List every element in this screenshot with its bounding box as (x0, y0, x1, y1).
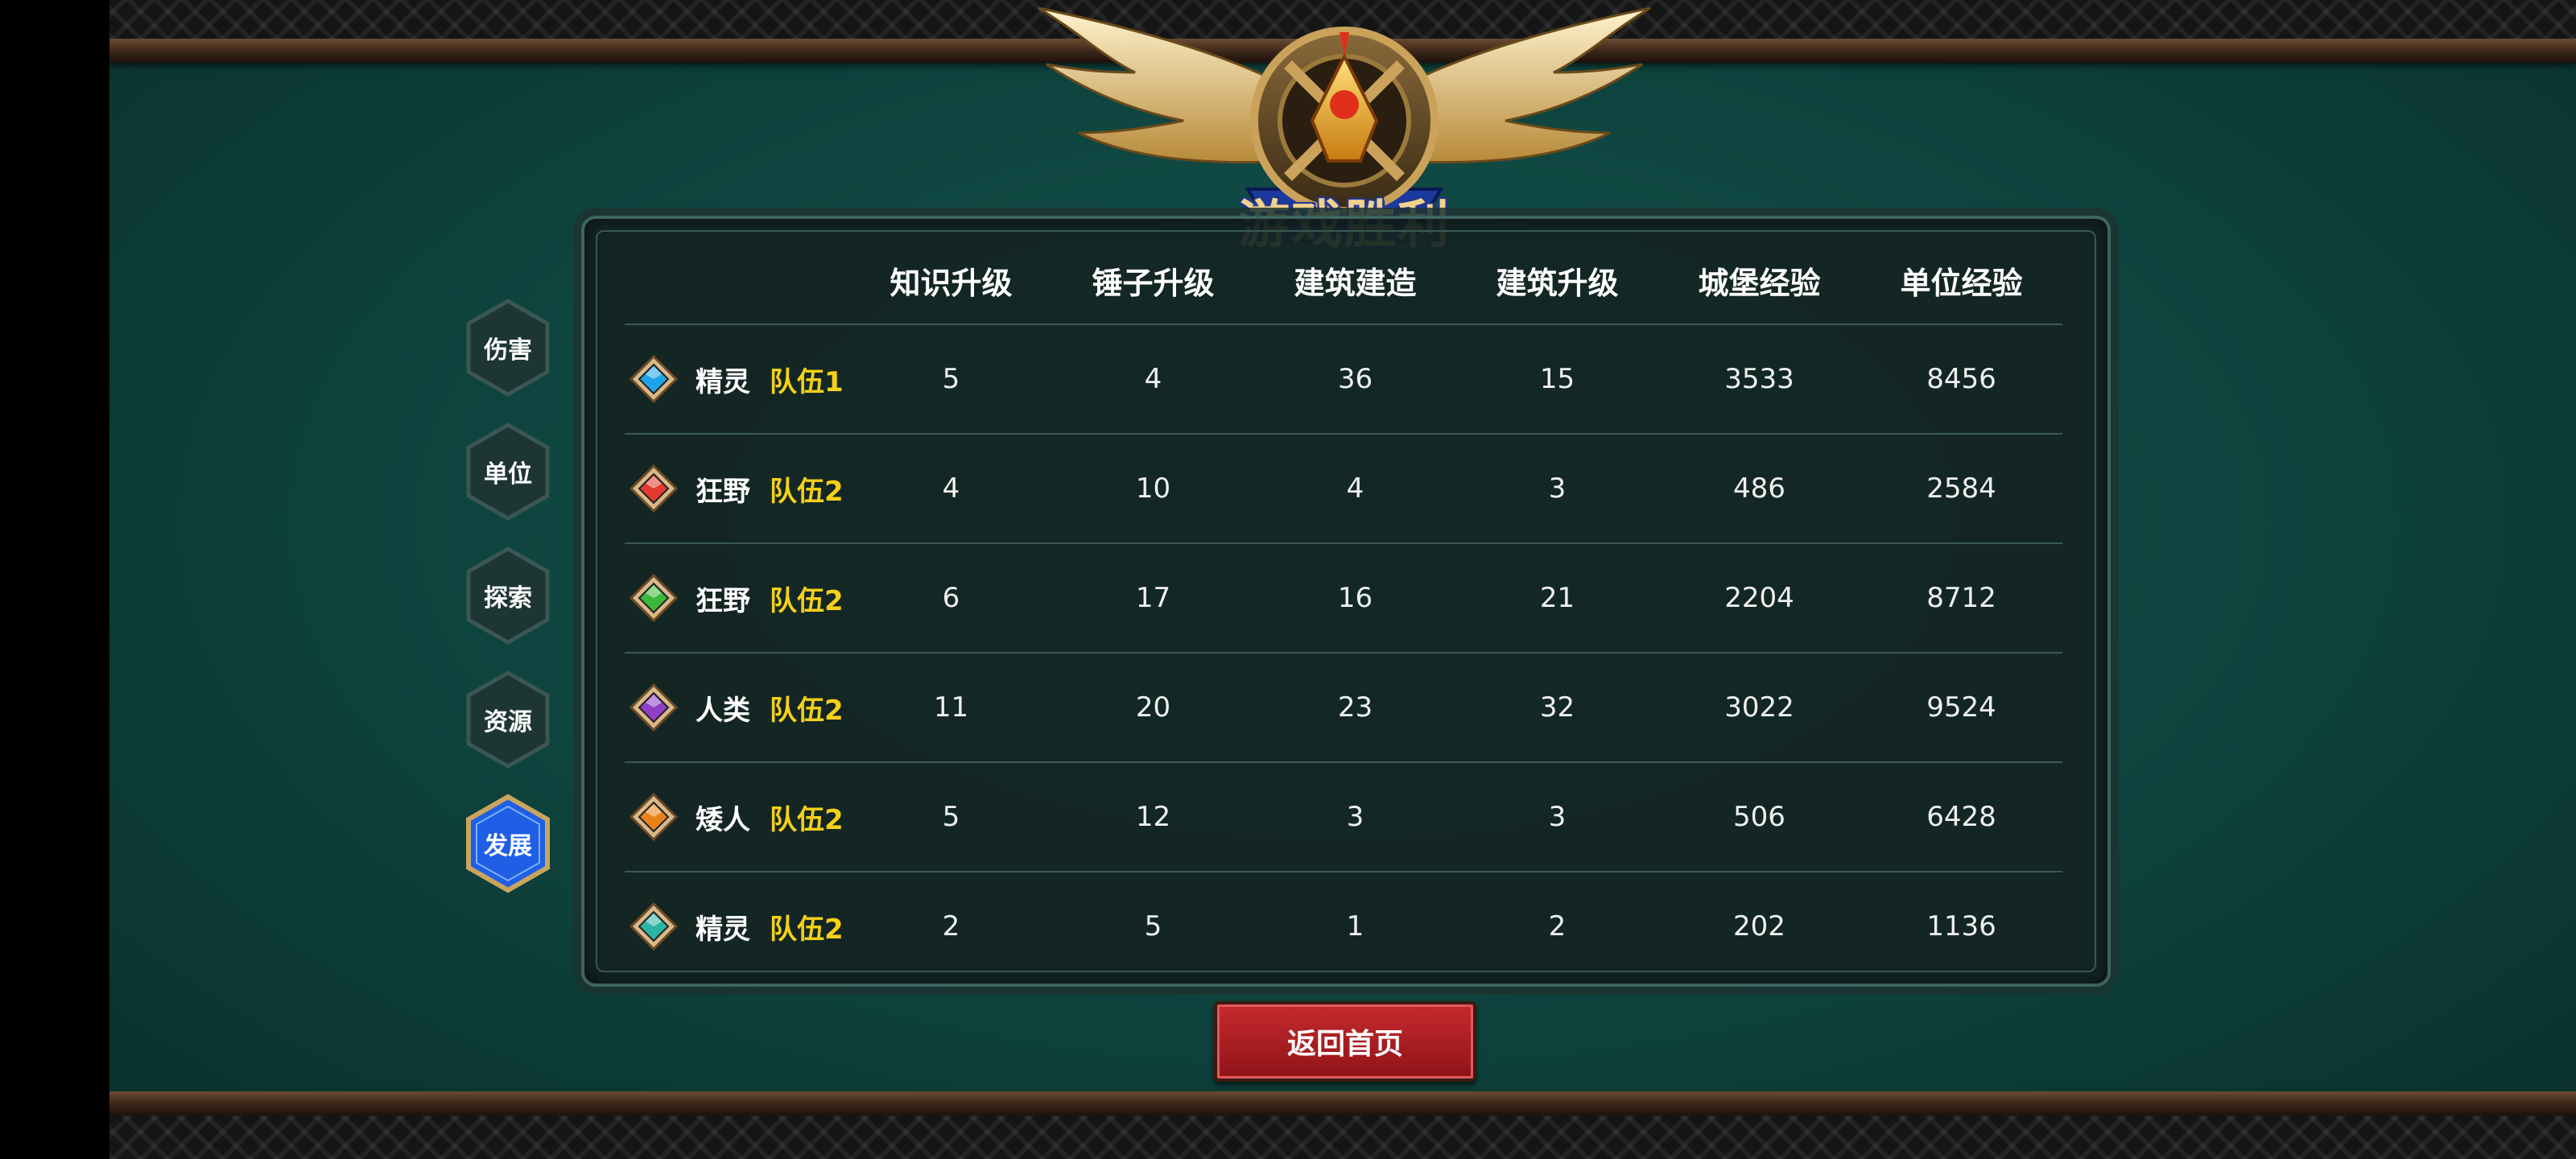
tab-units-label: 单位 (484, 460, 532, 489)
tab-damage[interactable]: 伤害 (464, 298, 552, 398)
blue-gem-icon (630, 355, 678, 403)
race-name: 人类 (696, 694, 750, 727)
player-cell: 狂野 队伍2 (625, 434, 850, 544)
race-name: 矮人 (696, 803, 750, 836)
column-header: 锤子升级 (1052, 237, 1254, 325)
tab-resources-label: 资源 (484, 708, 532, 736)
stat-value: 32 (1456, 653, 1658, 763)
purple-gem-icon (630, 683, 678, 732)
player-cell: 精灵 队伍1 (625, 324, 850, 435)
race-name: 精灵 (696, 365, 750, 398)
team-name: 队伍2 (770, 913, 844, 946)
bottom-border-pattern (109, 1116, 2576, 1159)
stat-value: 12 (1052, 762, 1254, 872)
stat-value: 5 (850, 324, 1052, 435)
stat-value: 23 (1254, 653, 1456, 763)
stat-value: 3 (1456, 762, 1658, 872)
player-cell: 狂野 队伍2 (625, 543, 850, 654)
tab-resources[interactable]: 资源 (464, 670, 552, 769)
stat-value: 4 (1052, 324, 1254, 435)
stat-value: 3 (1456, 434, 1658, 544)
stat-value: 21 (1456, 543, 1658, 654)
column-header: 建筑建造 (1254, 237, 1456, 325)
stat-value: 2204 (1658, 543, 1860, 654)
stat-value: 10 (1052, 434, 1254, 544)
table-row: 精灵 队伍1 5 4 36 15 3533 8456 (625, 324, 2062, 435)
bottom-wood-rail (109, 1091, 2576, 1116)
stat-value: 3022 (1658, 653, 1860, 763)
stat-value: 3 (1254, 762, 1456, 872)
team-name: 队伍2 (770, 694, 844, 727)
table-row: 狂野 队伍2 4 10 4 3 486 2584 (625, 434, 2062, 544)
column-header: 单位经验 (1860, 237, 2062, 325)
teal-gem-icon (630, 902, 678, 951)
stat-value: 6428 (1860, 762, 2062, 872)
orange-gem-icon (630, 793, 678, 841)
tab-development-label: 发展 (484, 832, 532, 860)
team-name: 队伍2 (770, 584, 844, 617)
stat-value: 8712 (1860, 543, 2062, 654)
tab-units[interactable]: 单位 (464, 422, 552, 522)
player-cell: 矮人 队伍2 (625, 762, 850, 872)
stat-value: 1 (1346, 910, 1364, 942)
stat-value: 16 (1254, 543, 1456, 654)
race-name: 狂野 (696, 475, 750, 508)
red-gem-icon (630, 464, 678, 513)
stat-value: 2584 (1860, 434, 2062, 544)
stat-value: 3533 (1658, 324, 1860, 435)
stat-value: 5 (1144, 910, 1162, 942)
stat-value: 2 (1548, 910, 1567, 942)
table-row: 人类 队伍2 11 20 23 32 3022 9524 (625, 653, 2062, 763)
table-row: 矮人 队伍2 5 12 3 3 506 6428 (625, 762, 2062, 872)
race-name: 精灵 (696, 913, 750, 946)
stat-value: 36 (1254, 324, 1456, 435)
stat-value: 17 (1052, 543, 1254, 654)
column-header: 城堡经验 (1658, 237, 1860, 325)
stat-value: 4 (1254, 434, 1456, 544)
stat-value: 8456 (1860, 324, 2062, 435)
stat-value: 9524 (1860, 653, 2062, 763)
race-name: 狂野 (696, 584, 750, 617)
stat-value: 20 (1052, 653, 1254, 763)
development-stats-table: 知识升级 锤子升级 建筑建造 建筑升级 城堡经验 单位经验 精灵 队伍1 5 4 36 1… (625, 237, 2062, 980)
stat-value: 2 (942, 910, 960, 942)
stat-value: 5 (850, 762, 1052, 872)
stat-value: 202 (1733, 910, 1785, 942)
stat-value: 506 (1658, 762, 1860, 872)
player-cell: 精灵 队伍2 (625, 872, 850, 980)
team-name: 队伍2 (770, 803, 844, 836)
stat-value: 486 (1658, 434, 1860, 544)
green-gem-icon (630, 574, 678, 622)
tab-damage-label: 伤害 (484, 336, 532, 365)
tab-development[interactable]: 发展 (464, 794, 552, 893)
table-row: 狂野 队伍2 6 17 16 21 2204 8712 (625, 543, 2062, 654)
table-header-row: 知识升级 锤子升级 建筑建造 建筑升级 城堡经验 单位经验 (625, 237, 2062, 325)
team-name: 队伍1 (770, 365, 844, 398)
table-row: 精灵 队伍2 2 5 1 2 202 1136 (625, 872, 2062, 980)
stat-value: 15 (1456, 324, 1658, 435)
tab-explore-label: 探索 (484, 584, 532, 612)
column-header: 建筑升级 (1456, 237, 1658, 325)
return-home-button[interactable]: 返回首页 (1214, 1001, 1476, 1082)
stat-value: 11 (850, 653, 1052, 763)
tab-explore[interactable]: 探索 (464, 546, 552, 645)
stat-value: 6 (850, 543, 1052, 654)
column-header: 知识升级 (850, 237, 1052, 325)
stat-value: 1136 (1926, 910, 1996, 942)
stat-value: 4 (850, 434, 1052, 544)
player-cell: 人类 队伍2 (625, 653, 850, 763)
player-column-header (625, 237, 850, 325)
team-name: 队伍2 (770, 475, 844, 508)
